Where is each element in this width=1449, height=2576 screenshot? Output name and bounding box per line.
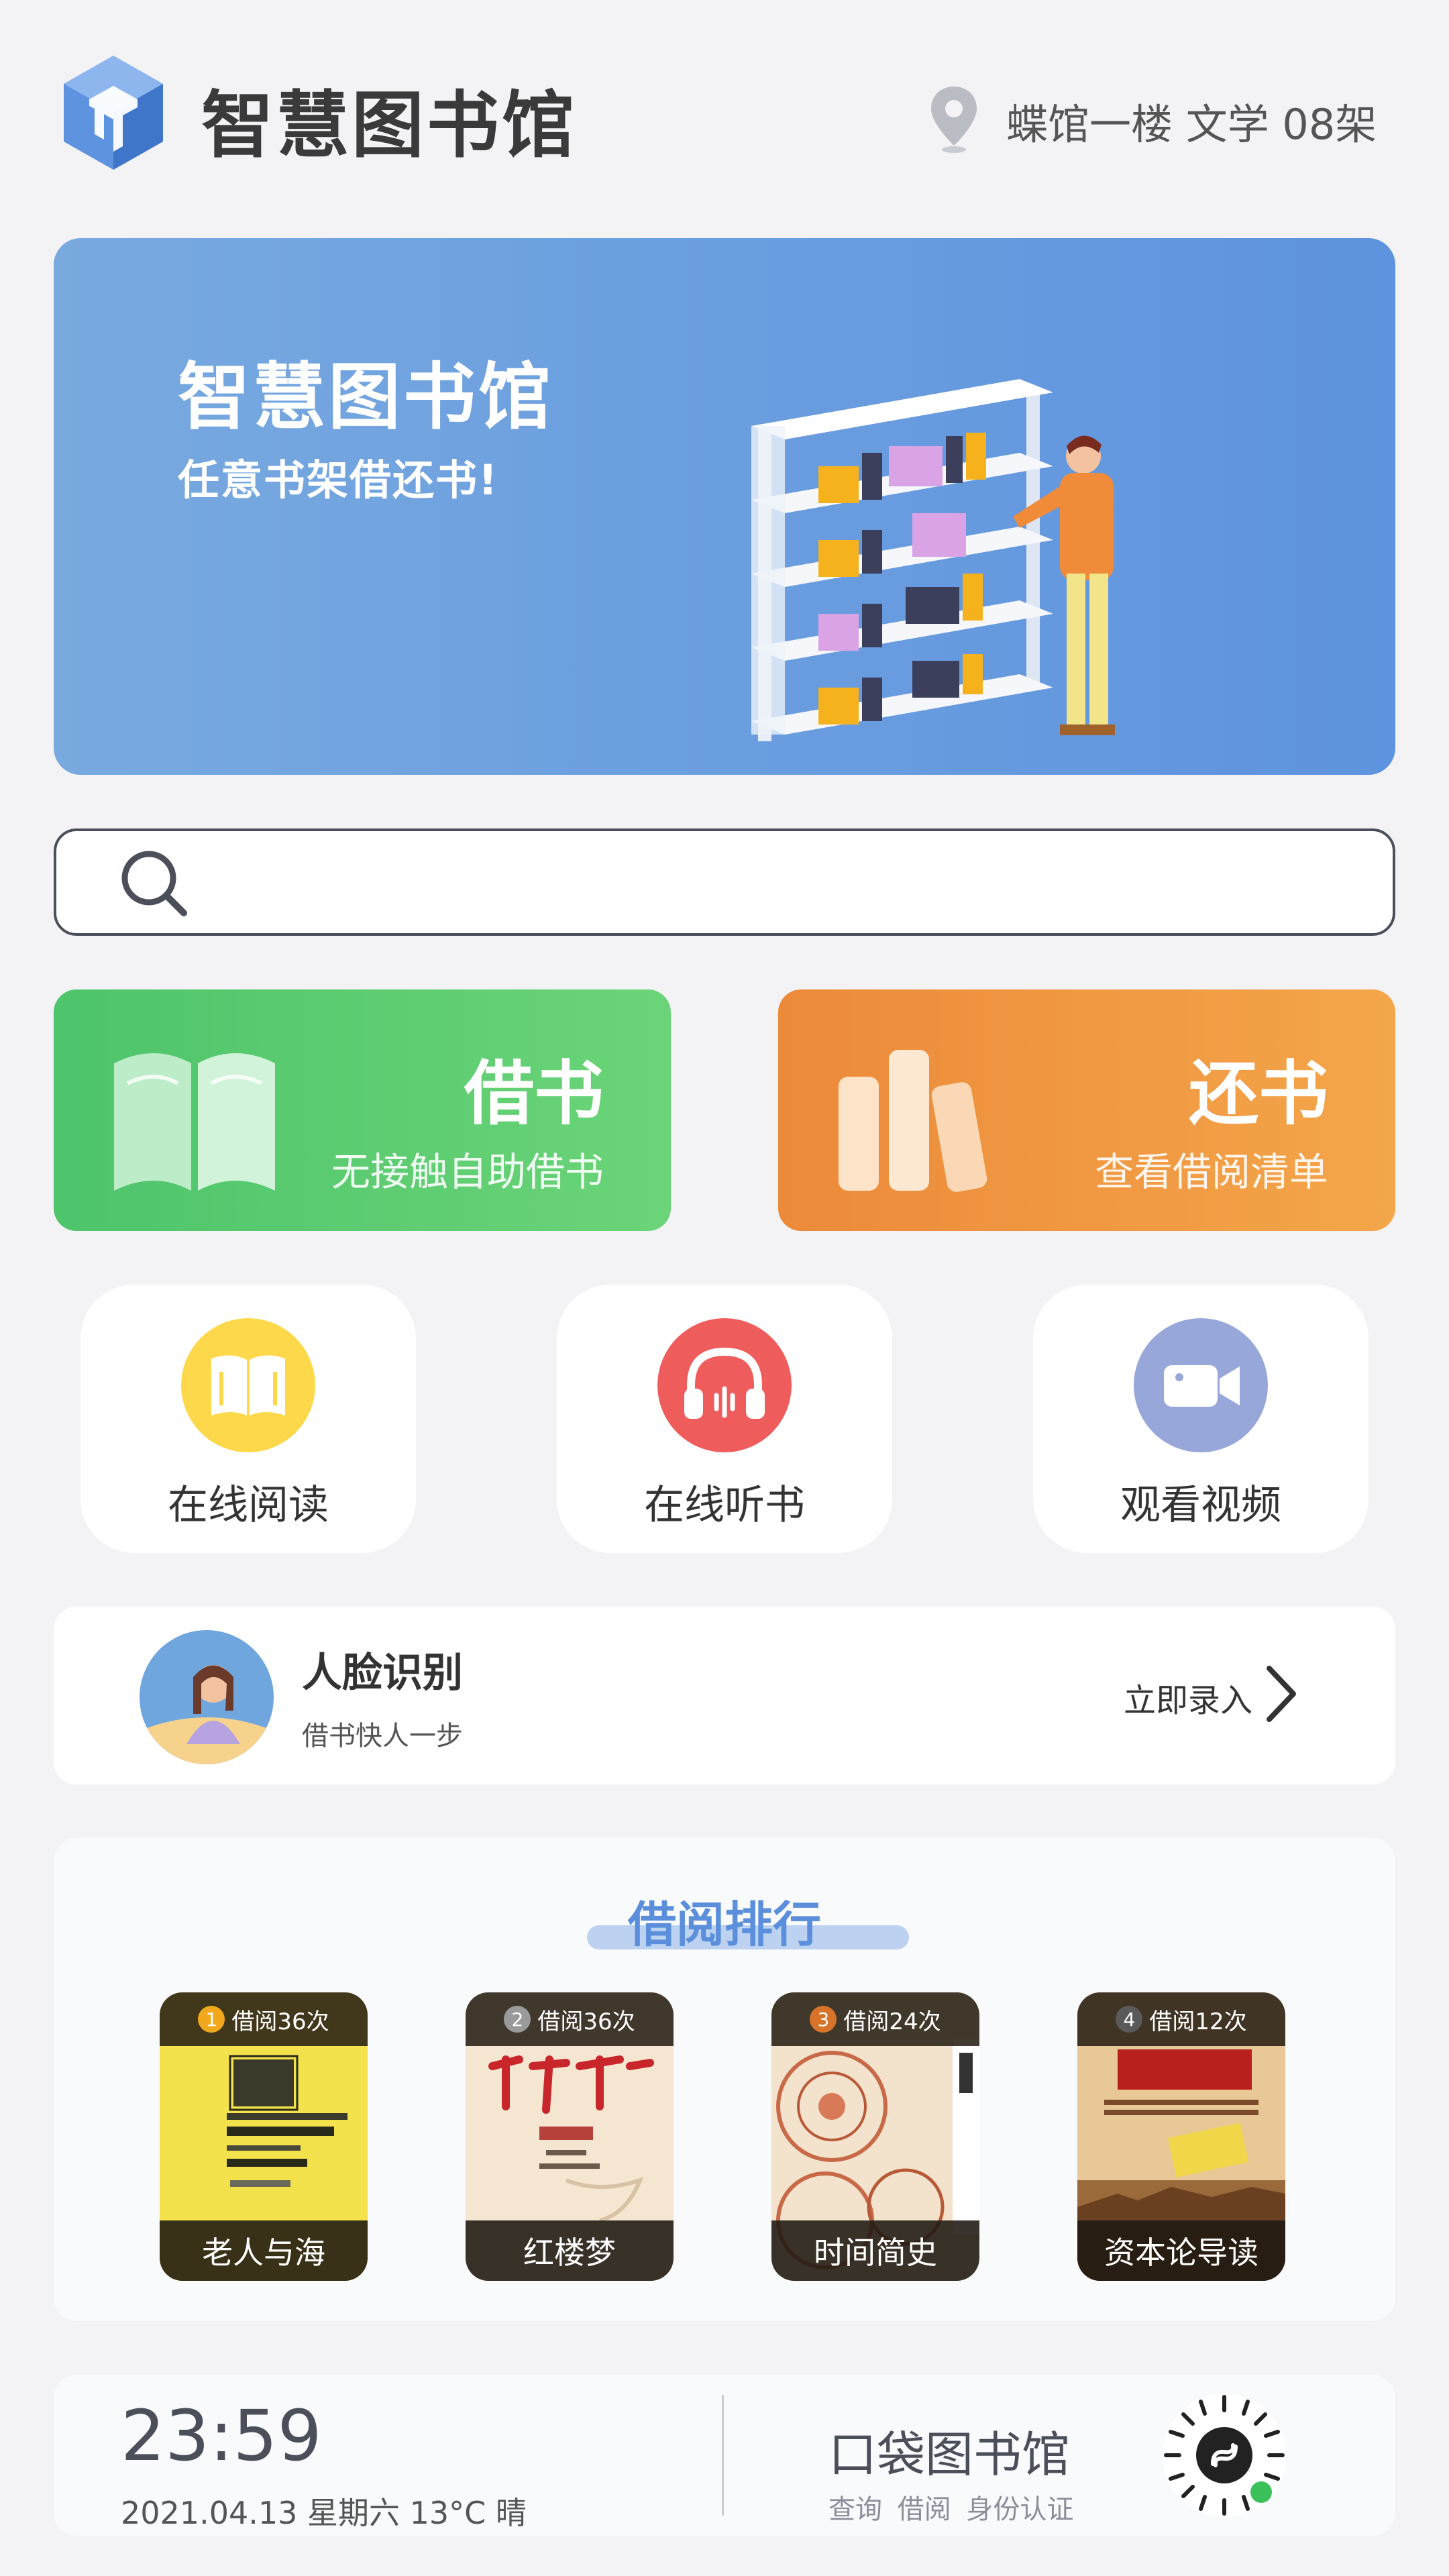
return-card[interactable]: 还书 查看借阅清单 [778, 989, 1395, 1231]
tile-watch-video[interactable]: 观看视频 [1033, 1285, 1368, 1553]
rank-badge: 3 [810, 2006, 837, 2033]
avatar [140, 1630, 274, 1764]
book-title: 时间简史 [771, 2220, 979, 2281]
location-text[interactable]: 蝶馆一楼 文学 08架 [1006, 91, 1377, 151]
banner-title: 智慧图书馆 [178, 356, 554, 439]
face-recognition-card[interactable]: 人脸识别 借书快人一步 立即录入 [54, 1607, 1395, 1784]
rank-badge: 1 [198, 2006, 225, 2033]
face-subtitle: 借书快人一步 [302, 1721, 463, 1752]
book-title: 资本论导读 [1077, 2220, 1285, 2281]
book-title: 老人与海 [160, 2220, 368, 2281]
open-book-icon [114, 1053, 275, 1191]
borrow-subtitle: 无接触自助借书 [331, 1149, 604, 1195]
ranking-book-2[interactable]: 2 借阅36次 红楼梦 [466, 1992, 674, 2281]
ranking-book-4[interactable]: 4 借阅12次 资本论导读 [1077, 1992, 1285, 2281]
book-title: 红楼梦 [466, 2220, 674, 2281]
search-bar[interactable] [54, 828, 1395, 936]
clock-time: 23:59 [121, 2395, 322, 2477]
divider [722, 2395, 724, 2516]
library-logo-icon [64, 56, 163, 170]
bookshelf-illustration [751, 379, 1115, 741]
rank-badge: 4 [1116, 2006, 1143, 2033]
borrow-count: 4 借阅12次 [1077, 1992, 1285, 2046]
borrow-count-text: 借阅36次 [231, 2008, 329, 2035]
tile-label: 观看视频 [1120, 1482, 1281, 1529]
video-camera-icon [1134, 1318, 1268, 1452]
borrow-ranking-section: 借阅排行 1 借阅36次 老人与海 2 借阅36次 红楼梦 3 借阅24次 时间… [54, 1838, 1395, 2321]
pocket-library-features: 查询 借阅 身份认证 [828, 2494, 1074, 2525]
borrow-count-text: 借阅24次 [843, 2008, 941, 2035]
borrow-card[interactable]: 借书 无接触自助借书 [54, 989, 671, 1231]
date-weather: 2021.04.13 星期六 13°C 晴 [121, 2495, 527, 2531]
rank-badge: 2 [504, 2006, 531, 2033]
footer-panel: 23:59 2021.04.13 星期六 13°C 晴 口袋图书馆 查询 借阅 … [54, 2375, 1395, 2536]
tile-label: 在线阅读 [168, 1482, 329, 1529]
borrow-count-text: 借阅12次 [1149, 2008, 1247, 2035]
mini-program-qr-code-icon[interactable] [1161, 2392, 1288, 2519]
borrow-title: 借书 [464, 1053, 604, 1134]
pocket-library-title: 口袋图书馆 [828, 2426, 1071, 2483]
return-subtitle: 查看借阅清单 [1094, 1149, 1328, 1195]
tile-online-listening[interactable]: 在线听书 [557, 1285, 892, 1553]
search-input[interactable] [211, 851, 1351, 918]
chevron-right-icon[interactable] [1261, 1660, 1301, 1727]
location-pin-icon [931, 87, 977, 153]
face-title: 人脸识别 [302, 1650, 463, 1697]
ranking-book-3[interactable]: 3 借阅24次 时间简史 [771, 1992, 979, 2281]
ranking-book-1[interactable]: 1 借阅36次 老人与海 [160, 1992, 368, 2281]
promo-banner[interactable]: 智慧图书馆 任意书架借还书! [54, 238, 1395, 775]
headphones-icon [657, 1318, 792, 1452]
ranking-title: 借阅排行 [627, 1896, 821, 1953]
tile-online-reading[interactable]: 在线阅读 [80, 1285, 416, 1553]
app-title: 智慧图书馆 [201, 84, 578, 168]
borrow-count: 2 借阅36次 [466, 1992, 674, 2046]
borrow-count-text: 借阅36次 [537, 2008, 635, 2035]
borrow-count: 1 借阅36次 [160, 1992, 368, 2046]
enroll-now-link[interactable]: 立即录入 [1124, 1674, 1252, 1721]
search-icon [121, 851, 187, 916]
banner-subtitle: 任意书架借还书! [178, 455, 499, 504]
open-book-icon [181, 1318, 315, 1452]
tile-label: 在线听书 [644, 1482, 805, 1529]
borrow-count: 3 借阅24次 [771, 1992, 979, 2046]
return-title: 还书 [1188, 1053, 1328, 1134]
books-stack-icon [839, 1050, 987, 1192]
